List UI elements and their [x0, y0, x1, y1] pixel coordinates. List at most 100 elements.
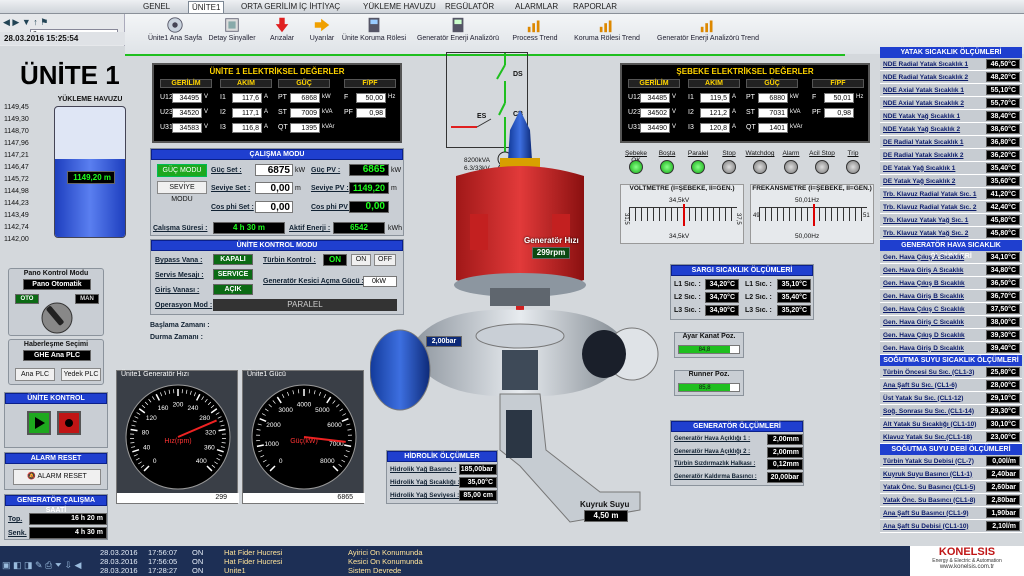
power-set-input[interactable]: 6875	[255, 164, 293, 176]
main-plc-button[interactable]: Ana PLC	[15, 368, 55, 381]
tab-genel[interactable]: GENEL	[140, 1, 173, 13]
signal-lamp	[815, 160, 829, 174]
trend-icon	[527, 20, 540, 33]
grid_elec-value: 1401	[758, 123, 788, 133]
tab-raporlar[interactable]: RAPORLAR	[570, 1, 620, 13]
level-mode-button[interactable]: SEVİYE MODU	[157, 181, 207, 203]
unit_elec-label: I3	[220, 124, 226, 131]
signal-lamp	[660, 160, 674, 174]
event-cell: Unite1	[224, 566, 246, 575]
air-value: 36,50°C	[986, 278, 1020, 288]
gauge-tick	[130, 442, 135, 444]
toolbar-label: Ünite Koruma Rölesi	[341, 35, 407, 42]
toolbar-analizor[interactable]: Generatör Enerji Analizörü	[415, 14, 501, 42]
cosphi-set-input[interactable]: 0,00	[255, 201, 293, 213]
frequency-meter-title: FREKANSMETRE (I=ŞEBEKE, II=GEN.)	[752, 185, 872, 192]
tab-ic-ihtiyac[interactable]: İÇ İHTİYAÇ	[296, 1, 343, 13]
unit_elec-label: I1	[220, 94, 226, 101]
generator-measurements-panel: GENERATÖR ÖLÇÜMLERİ Generatör Hava Açıkl…	[670, 420, 804, 486]
unit_elec-value: 6868	[290, 93, 320, 103]
toolbar-detay[interactable]: Detay Sinyaller	[207, 14, 257, 42]
alarm-reset-button[interactable]: 🔕 ALARM RESET	[13, 469, 101, 485]
right-column: YATAK SICAKLIK ÖLÇÜMLERİ NDE Radial Yata…	[880, 47, 1022, 533]
power-mode-button[interactable]: GÜÇ MODU	[157, 164, 207, 177]
toolbar-koruma[interactable]: Ünite Koruma Rölesi	[340, 14, 408, 42]
coolf-value: 0,00l/m	[986, 456, 1020, 466]
air-row: Gen. Hava Çıkış B Sıcaklık 36,50°C	[880, 277, 1022, 290]
nav-arrows-icon[interactable]: ◀ ▶ ▼ ↑ ⚑	[3, 17, 48, 28]
coolt-row: Soğ. Sonrası Su Sıc. (CL1-14) 29,30°C	[880, 405, 1022, 418]
tab-label: YÜKLEME HAVUZU	[363, 2, 436, 11]
start-button[interactable]	[27, 411, 51, 435]
air-row: Gen. Hava Giriş B Sıcaklık 36,70°C	[880, 290, 1022, 303]
signal-label: Trip	[847, 150, 859, 157]
signal-label: Acil Stop	[809, 150, 835, 157]
winding-value: 34,90°C	[705, 305, 739, 316]
tab-unite1[interactable]: ÜNİTE1	[188, 1, 225, 13]
gen-hours-box: GENERATÖR ÇALIŞMA SAATİ Top. 16 h 20 m S…	[4, 494, 108, 540]
relay-icon	[368, 17, 380, 33]
grid_elec-value: 119,5	[700, 93, 730, 103]
tab-alarmlar[interactable]: ALARMLAR	[512, 1, 561, 13]
stop-button[interactable]	[57, 411, 81, 435]
reservoir-scale-tick: 1147,96	[4, 140, 29, 147]
air-label: Gen. Hava Giriş D Sıcaklık	[883, 344, 964, 352]
runner-bar: 85,8	[678, 383, 740, 392]
grid_elec-head: AKIM	[688, 79, 740, 88]
tab-label: RAPORLAR	[573, 2, 618, 11]
air-label: Gen. Hava Çıkış A Sıcaklık	[883, 253, 965, 261]
inlet-valve-label: Giriş Vanası :	[155, 287, 200, 294]
coolt-row: Ana Şaft Su Sıc. (CL1-6) 28,00°C	[880, 379, 1022, 392]
coolt-value: 29,30°C	[986, 406, 1020, 416]
gauge-tick-label: 360	[204, 445, 215, 452]
tab-orta-gerilim[interactable]: ORTA GERİLİM	[238, 1, 300, 13]
power-gauge-value: 6865	[243, 493, 365, 503]
guide-vane-title: Ayar Kanat Poz.	[682, 333, 736, 340]
grid_elec-value: 6880	[758, 93, 788, 103]
toolbar-koruma-trend[interactable]: Koruma Rölesi Trend	[569, 14, 645, 42]
unit_elec-label: ST	[278, 109, 287, 116]
unit_elec-unit: A	[264, 124, 269, 130]
datetime: 28.03.2016 15:25:54	[0, 32, 125, 45]
coolt-row: Klavuz Yatak Su Sıc.(CL1-18) 23,00°C	[880, 431, 1022, 444]
unit_elec-unit: kW	[322, 94, 331, 100]
cooling-temp-rows: Türbin Öncesi Su Sıc. (CL1-3) 25,80°C Ana …	[880, 366, 1022, 444]
reservoir-scale-tick: 1149,45	[4, 104, 29, 111]
power-set-unit: kW	[295, 167, 306, 174]
unit-electrical-title: ÜNİTE 1 ELEKTRİKSEL DEĞERLER	[209, 67, 345, 76]
toolbar-arizalar[interactable]: Arızalar	[265, 14, 299, 42]
bearing-row: DE Yatak Yağ Sıcaklık 1 35,40°C	[880, 162, 1022, 175]
toolbar-uyarilar[interactable]: Uyarılar	[305, 14, 339, 42]
genmeas-value: 20,00bar	[767, 471, 803, 483]
coolt-label: Türbin Öncesi Su Sıc. (CL1-3)	[883, 368, 975, 376]
turbine-control-label: Türbin Kontrol :	[263, 257, 316, 264]
event-cell: ON	[192, 566, 204, 575]
bearing-value: 45,80°C	[986, 215, 1020, 225]
toolbar-analizor-trend[interactable]: Generatör Enerji Analizörü Trend	[653, 14, 763, 42]
gauge-tick-label: 40	[143, 445, 151, 452]
tab-regulator[interactable]: REGÜLATÖR	[442, 1, 497, 13]
grid_elec-value: 120,8	[700, 123, 730, 133]
status-toolbar-icons[interactable]: ▣ ◧ ◨ ✎ ⎙ ⏷ ⇩ ◀	[2, 560, 81, 571]
toolbar-process-trend[interactable]: Process Trend	[507, 14, 563, 42]
reservoir-scale: 1149,45 1149,30 1148,70 1147,96 1147,21 1146,…	[4, 104, 50, 243]
grid_elec-label: ST	[746, 109, 755, 116]
coolf-label: Ana Şaft Su Debisi (CL1-10)	[883, 522, 969, 530]
level-set-input[interactable]: 0,00	[255, 182, 293, 194]
coolf-value: 2,80bar	[986, 495, 1020, 505]
selector-switch-icon[interactable]	[39, 301, 75, 335]
comm-select-value: GHE Ana PLC	[23, 350, 91, 361]
reservoir-title: YÜKLEME HAVUZU	[57, 96, 123, 103]
unit_elec-value: 34495	[172, 93, 202, 103]
air-value: 39,30°C	[986, 330, 1020, 340]
toolbar-ana-sayfa[interactable]: Ünite1 Ana Sayfa	[145, 14, 205, 42]
tab-label: ORTA GERİLİM	[241, 2, 298, 11]
bearing-row: NDE Radial Yatak Sıcaklık 2 48,20°C	[880, 71, 1022, 84]
reservoir-scale-tick: 1142,74	[4, 224, 29, 231]
reservoir-scale-tick: 1147,21	[4, 152, 29, 159]
turbine-on-button[interactable]: ON	[351, 254, 371, 266]
power-pv-label: Güç PV :	[311, 167, 341, 174]
backup-plc-button[interactable]: Yedek PLC	[61, 368, 101, 381]
tab-label: ALARMLAR	[515, 2, 559, 11]
tab-yukleme-havuzu[interactable]: YÜKLEME HAVUZU	[360, 1, 439, 13]
